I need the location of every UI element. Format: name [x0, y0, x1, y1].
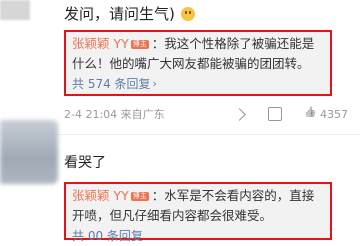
- time-location: 2-4 21:04 来自广东: [64, 108, 165, 121]
- chevron-right-icon: ›: [152, 77, 157, 90]
- more-replies-label-1: 共 574 条回复: [72, 77, 151, 91]
- comment-text-1-content: 发问，请问生气): [64, 5, 175, 23]
- like-icon[interactable]: [304, 108, 316, 120]
- share-icon[interactable]: [234, 108, 246, 120]
- more-replies-label-2: 共 00 条回复: [72, 229, 143, 243]
- comment-text-2: 看哭了: [64, 155, 106, 171]
- author-badge-2: 博主: [130, 192, 149, 201]
- reply-box-1[interactable]: 张颖颖 YY 博主 ：我这个性格除了被骗还能是什么！他的嘴广大网友都能被骗的团团转。…: [64, 30, 332, 96]
- reply-box-2[interactable]: 张颖颖 YY 博主 ：水军是不会看内容的，直接开喷，但凡仔细看内容都会很难受。 共 …: [64, 182, 332, 243]
- reply-author-2[interactable]: 张颖颖 YY: [72, 188, 129, 203]
- comment-icon[interactable]: [268, 107, 282, 121]
- comment-meta-row: 2-4 21:04 来自广东 4357: [64, 106, 348, 122]
- author-badge-1: 博主: [130, 40, 149, 49]
- avatar-top: [0, 0, 30, 20]
- comment-text-1: 发问，请问生气): [64, 3, 195, 24]
- avatar[interactable]: [0, 120, 58, 184]
- reply-author-1[interactable]: 张颖颖 YY: [72, 36, 129, 51]
- more-replies-link-1[interactable]: 共 574 条回复 ›: [72, 74, 324, 94]
- more-replies-link-2[interactable]: 共 00 条回复: [72, 226, 324, 246]
- grin-emoji-icon: [180, 7, 195, 21]
- like-count: 4357: [320, 107, 348, 121]
